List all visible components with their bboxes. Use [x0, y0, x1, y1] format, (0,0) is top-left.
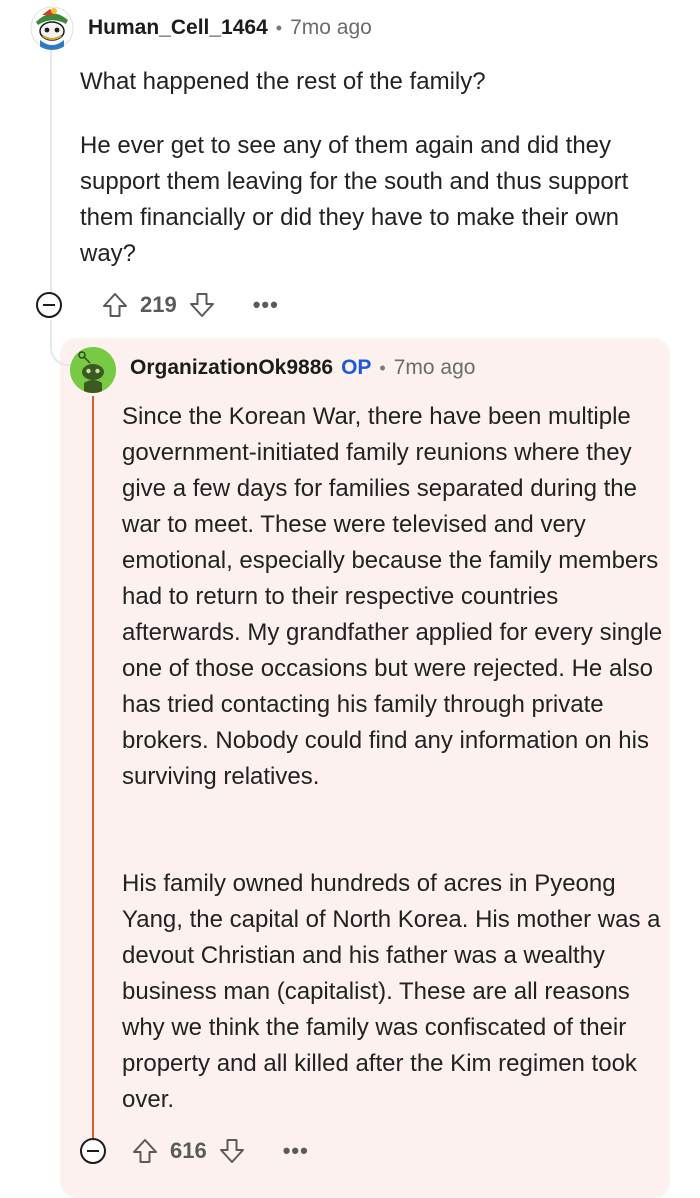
- comment-body-paragraph: His family owned hundreds of acres in Py…: [122, 870, 661, 1113]
- comment-body-paragraph: He ever get to see any of them again and…: [80, 132, 629, 267]
- comment-body-paragraph: Since the Korean War, there have been mu…: [122, 403, 663, 790]
- vote-score: 219: [140, 292, 177, 317]
- downvote-icon[interactable]: [217, 1136, 247, 1166]
- comment-body-paragraph: What happened the rest of the family?: [80, 68, 486, 95]
- comment-actions: 616 •••: [80, 1136, 309, 1166]
- author-name[interactable]: OrganizationOk9886: [130, 356, 333, 380]
- author-name[interactable]: Human_Cell_1464: [88, 16, 268, 40]
- timestamp[interactable]: 7mo ago: [394, 356, 476, 380]
- comment-header: OrganizationOk9886 OP • 7mo ago: [130, 356, 475, 380]
- separator-dot: •: [379, 357, 386, 378]
- thread-line: [50, 50, 52, 292]
- timestamp[interactable]: 7mo ago: [290, 16, 372, 40]
- comment-header: Human_Cell_1464 • 7mo ago: [88, 16, 372, 40]
- downvote-icon[interactable]: [187, 290, 217, 320]
- collapse-icon[interactable]: [80, 1138, 106, 1164]
- upvote-icon[interactable]: [130, 1136, 160, 1166]
- upvote-icon[interactable]: [100, 290, 130, 320]
- more-options-icon[interactable]: •••: [253, 292, 279, 318]
- separator-dot: •: [275, 17, 283, 38]
- snoo-green-avatar-icon: [70, 347, 116, 393]
- comment-actions: 219 •••: [36, 290, 279, 320]
- user-avatar[interactable]: [30, 6, 74, 50]
- op-badge: OP: [341, 356, 372, 379]
- vote-score: 616: [170, 1138, 207, 1163]
- more-options-icon[interactable]: •••: [283, 1138, 309, 1164]
- snoo-avatar-icon: [30, 6, 74, 50]
- collapse-icon[interactable]: [36, 292, 62, 318]
- user-avatar[interactable]: [70, 347, 116, 393]
- thread-line-highlighted: [92, 396, 94, 1138]
